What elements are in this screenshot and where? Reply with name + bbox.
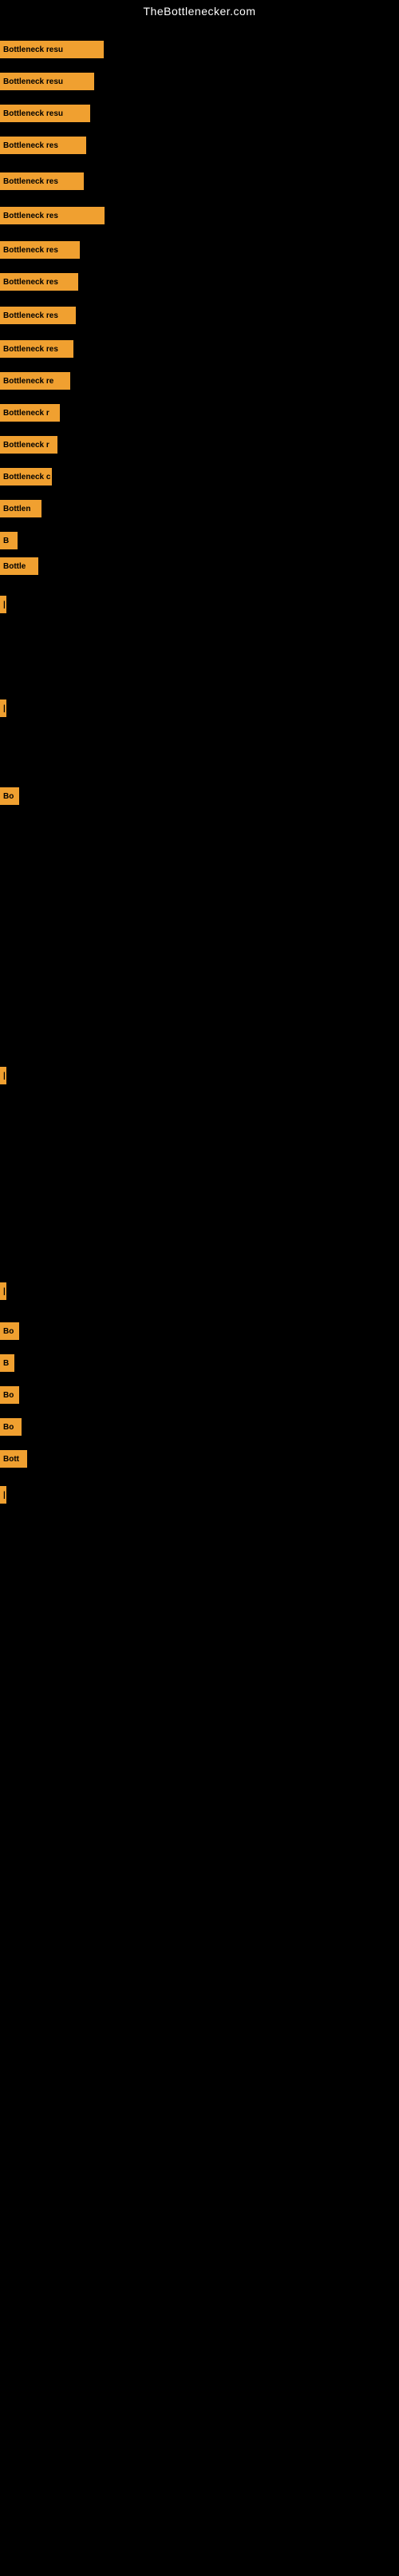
bar-row: Bottleneck c	[0, 468, 52, 485]
bar-label: Bottleneck resu	[0, 41, 104, 58]
bar-row: Bottleneck re	[0, 372, 70, 390]
bar-label: Bo	[0, 1418, 22, 1436]
bar-row: Bottleneck res	[0, 137, 86, 154]
bar-label: Bottleneck resu	[0, 105, 90, 122]
bar-label: |	[0, 596, 6, 613]
bar-label: Bottleneck c	[0, 468, 52, 485]
bar-row: Bo	[0, 1322, 19, 1340]
bar-label: B	[0, 1354, 14, 1372]
bar-label: Bo	[0, 1386, 19, 1404]
bar-row: Bottleneck resu	[0, 105, 90, 122]
site-title: TheBottlenecker.com	[0, 0, 399, 21]
bar-label: Bottle	[0, 557, 38, 575]
bar-row: |	[0, 1486, 6, 1504]
bar-row: B	[0, 1354, 14, 1372]
bar-label: Bott	[0, 1450, 27, 1468]
bar-row: Bottleneck res	[0, 340, 73, 358]
bar-label: Bottleneck res	[0, 241, 80, 259]
bar-label: |	[0, 699, 6, 717]
bar-row: Bo	[0, 1418, 22, 1436]
bar-label: Bottleneck res	[0, 307, 76, 324]
bar-label: Bo	[0, 1322, 19, 1340]
bar-row: Bott	[0, 1450, 27, 1468]
bar-label: Bottleneck res	[0, 273, 78, 291]
bar-row: Bottleneck resu	[0, 73, 94, 90]
bar-label: Bottleneck r	[0, 436, 57, 454]
bar-label: Bottleneck res	[0, 207, 105, 224]
bar-label: |	[0, 1067, 6, 1084]
bar-row: Bo	[0, 1386, 19, 1404]
bar-row: Bottle	[0, 557, 38, 575]
bar-row: Bo	[0, 787, 19, 805]
bar-row: Bottleneck res	[0, 172, 84, 190]
bar-label: Bo	[0, 787, 19, 805]
bar-row: |	[0, 1282, 6, 1300]
bar-row: Bottleneck res	[0, 307, 76, 324]
bar-label: |	[0, 1486, 6, 1504]
bar-label: Bottleneck res	[0, 137, 86, 154]
bar-row: Bottleneck r	[0, 436, 57, 454]
bar-label: Bottleneck re	[0, 372, 70, 390]
bar-label: Bottleneck r	[0, 404, 60, 422]
bar-row: |	[0, 596, 6, 613]
bar-row: Bottleneck res	[0, 273, 78, 291]
bar-row: |	[0, 699, 6, 717]
bar-row: B	[0, 532, 18, 549]
bar-label: |	[0, 1282, 6, 1300]
bar-label: B	[0, 532, 18, 549]
bar-label: Bottleneck res	[0, 172, 84, 190]
bar-label: Bottleneck res	[0, 340, 73, 358]
bar-row: Bottlen	[0, 500, 41, 517]
bar-label: Bottlen	[0, 500, 41, 517]
bar-row: Bottleneck res	[0, 207, 105, 224]
bar-row: Bottleneck res	[0, 241, 80, 259]
bar-label: Bottleneck resu	[0, 73, 94, 90]
bar-row: Bottleneck resu	[0, 41, 104, 58]
bar-row: Bottleneck r	[0, 404, 60, 422]
bar-row: |	[0, 1067, 6, 1084]
